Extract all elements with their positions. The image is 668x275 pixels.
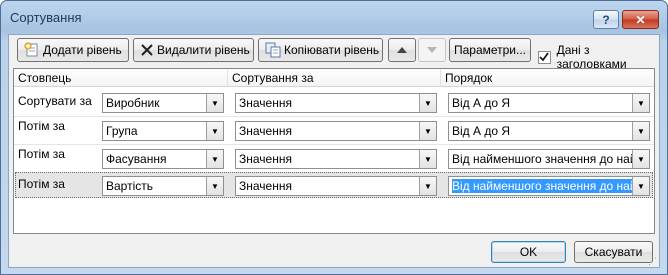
chevron-down-icon[interactable]: ▼ bbox=[419, 177, 436, 195]
cancel-button[interactable]: Скасувати bbox=[574, 241, 653, 263]
delete-x-icon bbox=[140, 42, 154, 58]
order-select-value: Від А до Я bbox=[452, 124, 511, 138]
sort-on-select[interactable]: Значення ▼ bbox=[235, 149, 437, 169]
add-level-label: Додати рівень bbox=[43, 43, 122, 57]
order-select-value: Від найменшого значення до найбіл bbox=[452, 152, 632, 166]
header-sort-on: Сортування за bbox=[228, 69, 441, 87]
sort-on-select-value: Значення bbox=[239, 96, 292, 110]
chevron-down-icon[interactable]: ▼ bbox=[419, 94, 436, 112]
sort-on-select[interactable]: Значення ▼ bbox=[235, 93, 437, 113]
order-select-value: Від найменшого значення до найбіл bbox=[452, 179, 632, 193]
copy-icon bbox=[265, 42, 281, 58]
column-select[interactable]: Група ▼ bbox=[102, 121, 224, 141]
column-select[interactable]: Фасування ▼ bbox=[102, 149, 224, 169]
dialog-body: Додати рівень Видалити рівень Копіювати … bbox=[8, 34, 660, 268]
chevron-down-icon[interactable]: ▼ bbox=[632, 122, 649, 140]
headers-checkbox-label: Дані з заголовками bbox=[556, 43, 627, 71]
row-divider bbox=[14, 144, 654, 145]
title-bar: Сортування ? ✕ bbox=[1, 1, 667, 35]
help-button[interactable]: ? bbox=[593, 10, 619, 29]
order-select[interactable]: Від А до Я ▼ bbox=[448, 121, 650, 141]
column-select[interactable]: Виробник ▼ bbox=[102, 93, 224, 113]
add-level-button[interactable]: Додати рівень bbox=[17, 38, 129, 62]
ok-label: OK bbox=[519, 245, 538, 259]
parameters-button[interactable]: Параметри... bbox=[449, 38, 531, 62]
chevron-down-icon[interactable]: ▼ bbox=[632, 150, 649, 168]
cancel-label: Скасувати bbox=[584, 245, 643, 259]
copy-level-button[interactable]: Копіювати рівень bbox=[258, 38, 383, 62]
sort-levels-grid: Стовпець Сортування за Порядок Сортувати… bbox=[13, 68, 655, 234]
sort-dialog: Сортування ? ✕ Додати рівень Видалити рі… bbox=[0, 0, 668, 275]
column-select-value: Група bbox=[106, 124, 138, 138]
sort-on-select-value: Значення bbox=[239, 152, 292, 166]
order-select[interactable]: Від А до Я ▼ bbox=[448, 93, 650, 113]
resize-grip-icon[interactable]: ⋰ bbox=[648, 256, 658, 266]
ok-button[interactable]: OK bbox=[491, 241, 566, 263]
row-label: Сортувати за bbox=[18, 94, 92, 108]
delete-level-button[interactable]: Видалити рівень bbox=[133, 38, 254, 62]
move-up-button[interactable] bbox=[388, 38, 416, 62]
add-level-icon bbox=[24, 42, 40, 58]
dialog-title: Сортування bbox=[10, 10, 82, 25]
copy-level-label: Копіювати рівень bbox=[284, 43, 380, 57]
order-select[interactable]: Від найменшого значення до найбіл ▼ bbox=[448, 149, 650, 169]
headers-checkbox-group[interactable]: Дані з заголовками bbox=[538, 43, 659, 71]
column-select-value: Фасування bbox=[106, 152, 167, 166]
order-select[interactable]: Від найменшого значення до найбіл ▼ bbox=[448, 176, 650, 196]
delete-level-label: Видалити рівень bbox=[157, 43, 250, 57]
header-order: Порядок bbox=[441, 69, 654, 87]
row-label: Потім за bbox=[18, 147, 65, 161]
parameters-label: Параметри... bbox=[453, 43, 527, 57]
row-label: Потім за bbox=[18, 177, 65, 191]
sort-on-select[interactable]: Значення ▼ bbox=[235, 176, 437, 196]
column-select[interactable]: Вартість ▼ bbox=[102, 176, 224, 196]
chevron-down-icon[interactable]: ▼ bbox=[632, 94, 649, 112]
chevron-down-icon[interactable]: ▼ bbox=[206, 94, 223, 112]
column-select-value: Вартість bbox=[106, 179, 153, 193]
sort-on-select-value: Значення bbox=[239, 179, 292, 193]
row-divider bbox=[14, 116, 654, 117]
chevron-down-icon[interactable]: ▼ bbox=[419, 150, 436, 168]
up-arrow-icon bbox=[396, 43, 408, 57]
header-column: Стовпець bbox=[14, 69, 228, 87]
order-select-value: Від А до Я bbox=[452, 96, 511, 110]
headers-checkbox[interactable] bbox=[538, 50, 551, 64]
chevron-down-icon[interactable]: ▼ bbox=[206, 122, 223, 140]
chevron-down-icon[interactable]: ▼ bbox=[419, 122, 436, 140]
move-down-button[interactable] bbox=[418, 38, 446, 62]
chevron-down-icon[interactable]: ▼ bbox=[632, 177, 649, 195]
down-arrow-icon bbox=[426, 43, 438, 57]
chevron-down-icon[interactable]: ▼ bbox=[206, 150, 223, 168]
row-label: Потім за bbox=[18, 119, 65, 133]
sort-on-select-value: Значення bbox=[239, 124, 292, 138]
column-select-value: Виробник bbox=[106, 96, 160, 110]
sort-on-select[interactable]: Значення ▼ bbox=[235, 121, 437, 141]
close-button[interactable]: ✕ bbox=[622, 10, 659, 29]
chevron-down-icon[interactable]: ▼ bbox=[206, 177, 223, 195]
